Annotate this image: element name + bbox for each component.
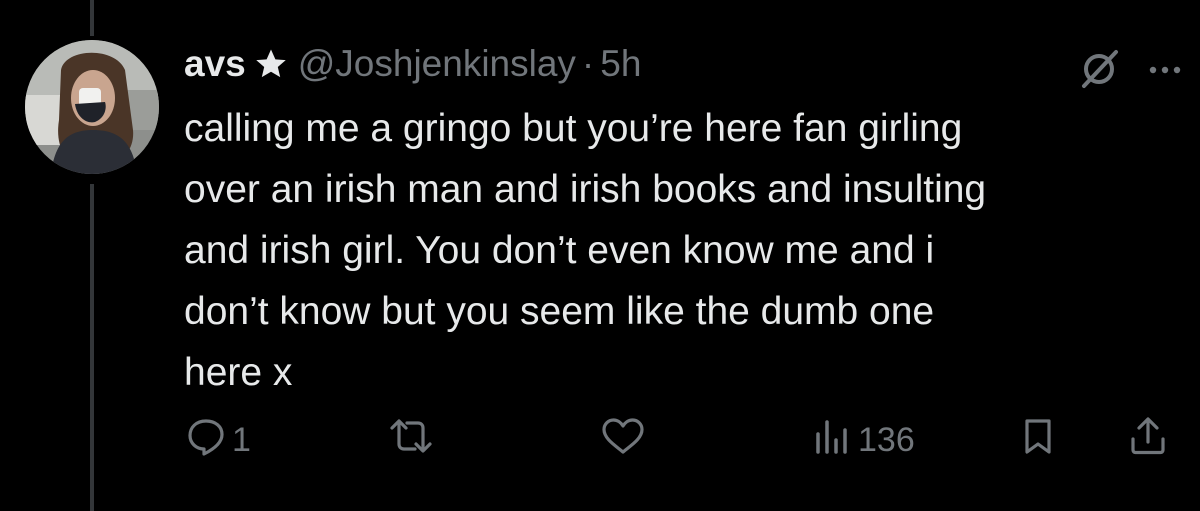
more-icon[interactable] [1148,63,1182,81]
tweet-text-line: over an irish man and irish books and in… [184,168,987,211]
reply-count: 1 [232,420,251,459]
avatar-photo [25,40,159,174]
retweet-button[interactable] [388,417,434,463]
tweet-text: calling me a gringo but you’re here fan … [184,98,1174,403]
share-icon [1128,416,1168,465]
star-icon [254,47,288,81]
avatar[interactable] [25,40,159,174]
timestamp[interactable]: 5h [600,38,641,90]
grok-icon[interactable] [1076,46,1122,97]
retweet-icon [388,416,434,465]
tweet-text-line: and irish girl. You don’t even know me a… [184,229,935,272]
handle[interactable]: @Joshjenkinslay [298,38,576,90]
like-button[interactable] [600,417,646,463]
reply-button[interactable]: 1 [186,417,251,463]
view-count: 136 [858,420,915,459]
bookmark-button[interactable] [1018,417,1058,463]
views-button[interactable]: 136 [812,417,915,463]
like-icon [600,416,646,465]
display-name[interactable]: avs [184,38,246,90]
bookmark-icon [1018,416,1058,465]
views-icon [812,416,852,465]
tweet-header: avs @Joshjenkinslay · 5h [184,38,641,90]
tweet-top-actions [1076,46,1182,97]
share-button[interactable] [1128,416,1168,465]
reply-icon [186,416,226,465]
tweet-text-line: calling me a gringo but you’re here fan … [184,107,963,150]
tweet-text-line: don’t know but you seem like the dumb on… [184,290,935,333]
tweet-text-line: here x [184,351,293,394]
separator-dot: · [581,43,595,84]
